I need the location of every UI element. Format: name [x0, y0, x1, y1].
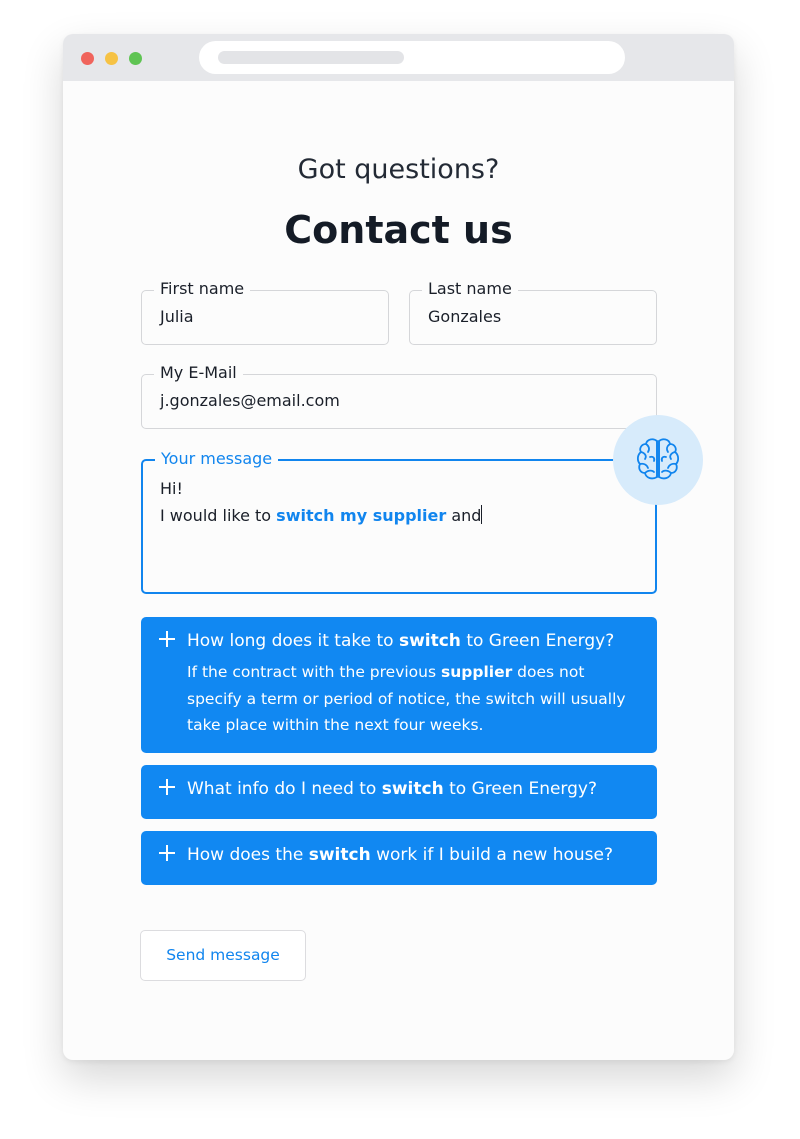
last-name-label: Last name — [422, 279, 518, 299]
email-field[interactable]: My E-Mail j.gonzales@email.com — [141, 363, 657, 429]
message-text[interactable]: Hi! I would like to switch my supplier a… — [160, 475, 483, 529]
close-window-button[interactable] — [81, 52, 94, 65]
browser-window: Got questions? Contact us First name Jul… — [63, 34, 734, 1060]
send-message-button[interactable]: Send message — [140, 930, 306, 981]
message-label: Your message — [155, 449, 279, 469]
faq-item-switch-duration[interactable]: How long does it take to switch to Green… — [141, 617, 657, 753]
faq-item-new-house[interactable]: How does the switch work if I build a ne… — [141, 831, 657, 885]
first-name-field[interactable]: First name Julia — [141, 279, 389, 345]
faq-question[interactable]: How does the switch work if I build a ne… — [187, 845, 613, 865]
message-textarea[interactable]: Your message Hi! I would like to switch … — [141, 449, 657, 594]
message-text-plain: I would like to — [160, 506, 277, 525]
address-bar-placeholder — [218, 51, 404, 64]
minimize-window-button[interactable] — [105, 52, 118, 65]
last-name-field[interactable]: Last name Gonzales — [409, 279, 657, 345]
message-line-2: I would like to switch my supplier and — [160, 502, 483, 529]
plus-icon[interactable] — [159, 844, 177, 862]
last-name-value[interactable]: Gonzales — [428, 307, 501, 326]
message-line-1: Hi! — [160, 479, 183, 498]
faq-question[interactable]: How long does it take to switch to Green… — [187, 631, 614, 651]
faq-question[interactable]: What info do I need to switch to Green E… — [187, 779, 597, 799]
faq-item-required-info[interactable]: What info do I need to switch to Green E… — [141, 765, 657, 819]
address-bar[interactable] — [199, 41, 625, 74]
plus-icon[interactable] — [159, 630, 177, 648]
brain-icon — [636, 438, 680, 480]
browser-titlebar — [63, 34, 734, 81]
first-name-value[interactable]: Julia — [160, 307, 194, 326]
email-label: My E-Mail — [154, 363, 243, 383]
message-text-tail: and — [446, 506, 482, 525]
email-value[interactable]: j.gonzales@email.com — [160, 391, 340, 410]
ai-assistant-button[interactable] — [613, 415, 703, 505]
maximize-window-button[interactable] — [129, 52, 142, 65]
faq-answer: If the contract with the previous suppli… — [187, 663, 626, 734]
first-name-label: First name — [154, 279, 251, 299]
message-highlight[interactable]: switch my supplier — [276, 506, 446, 525]
text-cursor — [481, 505, 483, 524]
page-subtitle: Got questions? — [297, 154, 500, 185]
plus-icon[interactable] — [159, 778, 177, 796]
page-title: Contact us — [284, 208, 513, 252]
